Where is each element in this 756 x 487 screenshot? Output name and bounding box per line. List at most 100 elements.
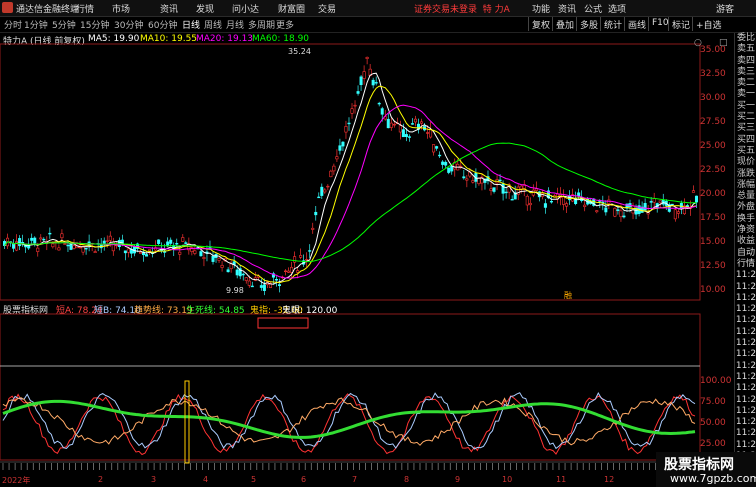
- candle-body: [211, 255, 215, 262]
- short-b-line: [2, 392, 696, 450]
- candle-body: [250, 285, 254, 288]
- side-quote-label: 11:2: [735, 405, 756, 416]
- candle-body: [386, 118, 390, 129]
- candle-body: [377, 102, 381, 105]
- ma20-line: [4, 104, 697, 279]
- candle-body: [169, 239, 173, 244]
- candle-body: [259, 285, 263, 288]
- candle-body: [519, 185, 523, 190]
- candle-body: [217, 257, 221, 261]
- candle-body: [389, 122, 393, 128]
- candle-body: [202, 257, 206, 259]
- candle-body: [181, 237, 185, 242]
- candle-body: [51, 243, 55, 248]
- candle-body: [27, 245, 31, 249]
- candle-body: [335, 156, 339, 160]
- side-quote-label: 11:2: [735, 349, 756, 360]
- low-price-marker: 9.98: [226, 286, 244, 295]
- candle-body: [299, 255, 303, 258]
- candle-body: [226, 269, 230, 273]
- candle-body: [362, 71, 366, 79]
- side-quote-label: 买三: [736, 123, 755, 134]
- candle-body: [676, 211, 680, 214]
- side-quote-label: 自动: [736, 247, 755, 258]
- candle-body: [374, 82, 378, 84]
- candle-body: [410, 123, 414, 125]
- side-quote-label: 11:2: [735, 304, 756, 315]
- candle-body: [380, 108, 384, 115]
- side-quote-label: 收益: [736, 236, 755, 247]
- life-line: [2, 399, 696, 439]
- candle-body: [435, 146, 439, 149]
- candle-body: [525, 195, 529, 206]
- candle-body: [419, 121, 424, 124]
- candle-body: [72, 245, 76, 249]
- candle-body: [462, 176, 466, 179]
- candle-body: [323, 189, 327, 193]
- side-quote-label: 11:2: [735, 394, 756, 405]
- side-quote-label: 卖二: [736, 78, 755, 89]
- candle-body: [562, 196, 566, 205]
- candle-body: [293, 256, 297, 263]
- ma10-line: [4, 85, 697, 284]
- watermark: 股票指标网 www.7gpzb.com: [656, 452, 756, 487]
- candle-body: [341, 141, 345, 147]
- candle-body: [350, 108, 354, 114]
- candle-body: [39, 237, 43, 240]
- candle-body: [465, 178, 469, 181]
- candle-body: [613, 207, 617, 217]
- candle-body: [274, 278, 278, 281]
- candle-body: [622, 215, 626, 218]
- candle-body: [398, 125, 402, 133]
- candle-body: [353, 104, 357, 107]
- candle-body: [220, 264, 224, 268]
- candle-body: [392, 123, 396, 126]
- candle-body: [277, 284, 281, 287]
- side-quote-label: 11:2: [735, 281, 756, 292]
- candle-body: [235, 269, 239, 276]
- candle-body: [184, 242, 188, 244]
- candle-body: [157, 239, 161, 244]
- candle-body: [338, 145, 342, 151]
- candle-body: [78, 246, 82, 249]
- indicator-frame: [0, 313, 701, 461]
- candle-body: [36, 247, 40, 252]
- side-quote-label: 11:2: [735, 360, 756, 371]
- candle-body: [344, 126, 348, 133]
- side-quote-label: 总量: [736, 191, 755, 202]
- candle-body: [444, 161, 448, 166]
- candle-body: [404, 134, 408, 137]
- side-quote-label: 11:2: [735, 326, 756, 337]
- candle-body: [229, 263, 233, 270]
- candle-body: [426, 132, 430, 134]
- candle-body: [247, 280, 251, 286]
- candle-body: [694, 195, 698, 203]
- candle-body: [347, 122, 351, 125]
- side-quote-label: 行情: [736, 258, 755, 269]
- candle-body: [510, 199, 514, 201]
- candle-body: [296, 270, 300, 273]
- candle-body: [649, 201, 653, 203]
- side-quote-label: 11:2: [735, 417, 756, 428]
- candle-body: [356, 91, 360, 94]
- quote-side-panel[interactable]: 委比 卖五 卖四 卖三 卖二 卖一 买一 买二 买三 买四 买五 现价 涨跌 涨幅 总量 外盘 换手 净资 收益 自动…: [734, 33, 756, 484]
- margin-trading-marker: 融: [564, 290, 572, 300]
- candle-body: [359, 76, 363, 86]
- side-quote-label: 净资: [736, 225, 755, 236]
- candle-body: [652, 198, 656, 203]
- candle-body: [565, 203, 569, 207]
- kline-chart[interactable]: 35.24 9.98 融 □ ○: [0, 0, 734, 487]
- side-quote-label: 换手: [736, 213, 755, 224]
- candle-body: [145, 254, 149, 257]
- settings-pane-icon: ○: [694, 38, 702, 48]
- candle-body: [534, 188, 538, 191]
- candle-body: [413, 118, 417, 123]
- side-quote-label: 11:2: [735, 428, 756, 439]
- candle-body: [18, 238, 22, 247]
- watermark-url: www.7gpzb.com: [670, 472, 756, 485]
- candle-body: [290, 266, 294, 273]
- side-quote-label: 11:2: [735, 439, 756, 450]
- close-pane-icon: □: [719, 38, 728, 48]
- side-quote-label: 卖四: [736, 55, 755, 66]
- candle-body: [60, 233, 64, 239]
